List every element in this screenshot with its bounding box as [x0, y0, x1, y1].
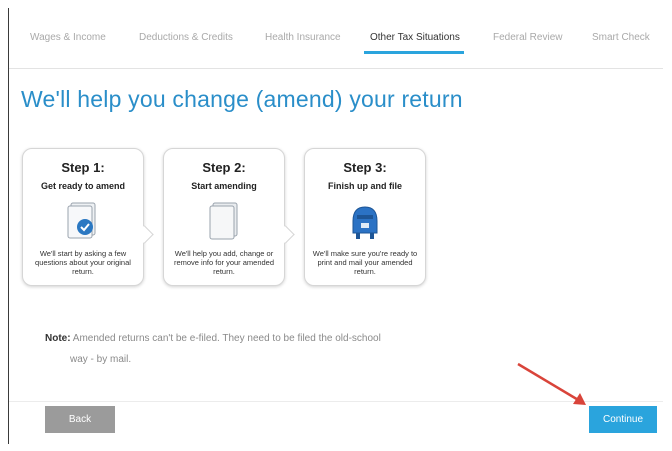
mailbox-icon [352, 206, 378, 239]
step-title: Step 1: [61, 160, 105, 175]
progress-tabs: Wages & Income Deductions & Credits Heal… [9, 8, 663, 69]
continue-button[interactable]: Continue [589, 406, 657, 433]
document-check-icon [67, 202, 96, 239]
back-button[interactable]: Back [45, 406, 115, 433]
tab-wages-income[interactable]: Wages & Income [30, 32, 106, 43]
main-frame: Wages & Income Deductions & Credits Heal… [8, 8, 663, 444]
blank-document-icon [209, 202, 238, 240]
step-description: We'll start by asking a few questions ab… [35, 249, 131, 276]
page-title: We'll help you change (amend) your retur… [21, 86, 463, 112]
step-description: We'll help you add, change or remove inf… [173, 249, 275, 276]
step-description: We'll make sure you're ready to print an… [312, 249, 418, 276]
card-pointer [135, 225, 154, 244]
tab-health-insurance[interactable]: Health Insurance [265, 32, 341, 43]
step-subtitle: Finish up and file [328, 181, 402, 191]
tab-federal-review[interactable]: Federal Review [493, 32, 562, 43]
step-card-3: Step 3: Finish up and file We'll make su… [304, 148, 426, 286]
tab-deductions-credits[interactable]: Deductions & Credits [139, 32, 233, 43]
note-label: Note: [45, 333, 71, 344]
note-text: Note: Amended returns can't be e-filed. … [45, 328, 425, 370]
step-title: Step 2: [202, 160, 246, 175]
step-title: Step 3: [343, 160, 387, 175]
step-subtitle: Get ready to amend [40, 181, 126, 191]
card-pointer [276, 225, 295, 244]
arrow-annotation-icon [517, 362, 586, 405]
step-subtitle: Start amending [191, 181, 257, 191]
note-continuation: way - by mail. [70, 354, 132, 365]
step-card-2: Step 2: Start amending We'll help you ad… [163, 148, 295, 286]
tab-other-tax-situations[interactable]: Other Tax Situations [370, 32, 460, 43]
step-card-1: Step 1: Get ready to amend We'll start b… [22, 148, 154, 286]
active-tab-indicator [364, 51, 464, 54]
note-body: Amended returns can't be e-filed. They n… [72, 333, 381, 344]
tab-smart-check[interactable]: Smart Check [592, 32, 650, 43]
